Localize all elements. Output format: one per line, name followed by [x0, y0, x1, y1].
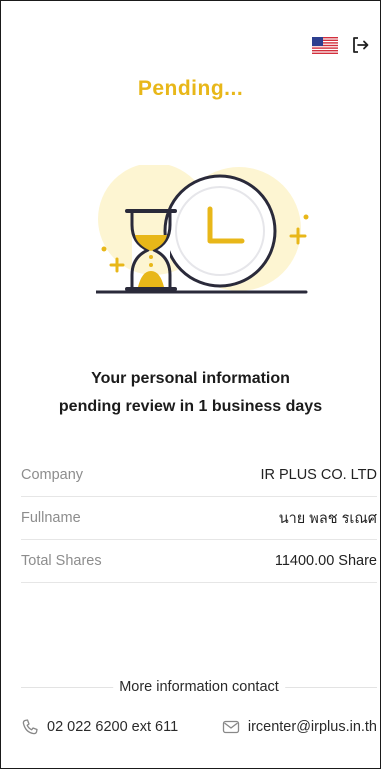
detail-row-company: Company IR PLUS CO. LTD: [21, 454, 377, 497]
top-bar: [312, 35, 370, 55]
phone-icon: [22, 719, 38, 735]
email-address: ircenter@irplus.in.th: [247, 719, 377, 735]
status-title: Pending...: [137, 77, 244, 100]
total-shares-value: 11400.00 Share: [274, 553, 377, 569]
us-flag-icon[interactable]: [312, 36, 338, 54]
contact-row: 02 022 6200 ext 611 ircenter@irplus.in.t…: [21, 718, 377, 736]
contact-section: More information contact 02 022 6200 ext…: [21, 679, 377, 735]
pending-message: Your personal information pending review…: [1, 365, 380, 421]
details-list: Company IR PLUS CO. LTD Fullname นาย พลช…: [21, 454, 377, 583]
email-contact[interactable]: ircenter@irplus.in.th: [222, 718, 377, 736]
mail-icon: [222, 720, 239, 734]
fullname-label: Fullname: [21, 510, 81, 526]
total-shares-label: Total Shares: [21, 553, 102, 569]
company-label: Company: [21, 467, 84, 483]
company-value: IR PLUS CO. LTD: [260, 467, 377, 483]
message-line-2: pending review in 1 business days: [58, 398, 323, 415]
pending-illustration: [96, 165, 309, 294]
app-frame: Pending... Your personal information pen…: [0, 0, 381, 769]
contact-title: More information contact: [113, 679, 285, 695]
phone-contact[interactable]: 02 022 6200 ext 611: [21, 718, 178, 736]
fullname-value: นาย พลช รเณศ: [278, 510, 377, 527]
detail-row-total-shares: Total Shares 11400.00 Share: [21, 540, 377, 583]
phone-number: 02 022 6200 ext 611: [47, 719, 179, 735]
detail-row-fullname: Fullname นาย พลช รเณศ: [21, 497, 377, 540]
logout-icon[interactable]: [350, 35, 370, 55]
message-line-1: Your personal information: [91, 370, 290, 387]
